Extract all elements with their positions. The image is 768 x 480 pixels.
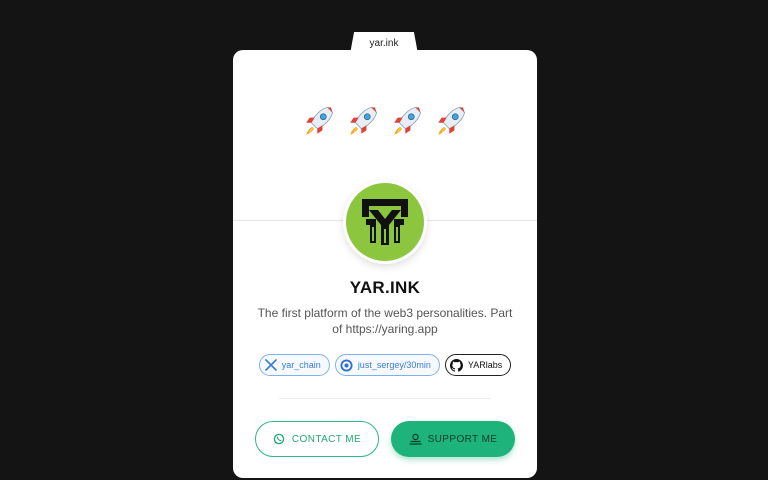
link-github-label: YARlabs	[467, 360, 503, 370]
rocket-row	[233, 102, 537, 140]
github-icon	[450, 358, 464, 372]
link-github[interactable]: YARlabs	[444, 354, 512, 376]
site-tab-label: yar.ink	[369, 37, 399, 49]
rocket-icon	[394, 106, 422, 135]
rocket-icon	[306, 106, 334, 135]
support-button-label: SUPPORT ME	[427, 433, 498, 445]
profile-bio: The first platform of the web3 personali…	[257, 306, 513, 336]
link-calendly-label: just_sergey/30min	[357, 360, 431, 370]
social-links: yar_chain just_sergey/30min YARlabs	[233, 354, 537, 376]
profile-card: YAR.INK The first platform of the web3 p…	[233, 50, 537, 478]
whatsapp-icon	[273, 433, 286, 446]
x-icon	[264, 358, 278, 372]
contact-button[interactable]: CONTACT ME	[255, 421, 379, 457]
rocket-icon	[438, 106, 466, 135]
link-calendly[interactable]: just_sergey/30min	[334, 354, 440, 376]
donate-icon	[409, 433, 422, 446]
calendly-icon	[340, 358, 354, 372]
link-twitter-label: yar_chain	[281, 360, 321, 370]
section-divider	[279, 398, 491, 399]
page: yar.ink YAR.INK The first platform of th…	[0, 0, 768, 480]
action-buttons: CONTACT ME SUPPORT ME	[255, 421, 515, 457]
yar-logo-icon	[362, 199, 408, 245]
rocket-icon	[350, 106, 378, 135]
avatar	[343, 180, 427, 264]
link-twitter[interactable]: yar_chain	[258, 354, 330, 376]
contact-button-label: CONTACT ME	[291, 433, 362, 445]
profile-name: YAR.INK	[349, 278, 421, 297]
support-button[interactable]: SUPPORT ME	[391, 421, 515, 457]
avatar-logo	[346, 183, 424, 261]
